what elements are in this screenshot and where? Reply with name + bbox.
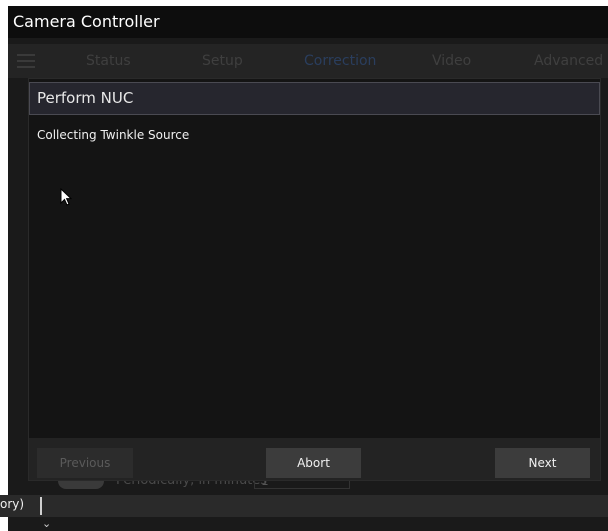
status-divider: [40, 497, 42, 515]
status-bar: ory): [0, 495, 608, 517]
dialog-header: Perform NUC: [29, 82, 600, 115]
dialog-title: Perform NUC: [37, 89, 134, 107]
dialog-footer: Previous Abort Next: [29, 438, 600, 480]
window-title: Camera Controller: [13, 12, 160, 31]
next-button[interactable]: Next: [495, 448, 590, 478]
mouse-cursor-icon: [60, 188, 73, 206]
menu-icon[interactable]: [17, 54, 35, 68]
previous-button[interactable]: Previous: [37, 448, 133, 478]
chevron-down-icon[interactable]: ⌄: [42, 517, 51, 530]
tab-correction[interactable]: Correction: [304, 53, 376, 69]
status-text: ory): [0, 497, 25, 511]
tab-bar: Status Setup Correction Video Advanced: [8, 44, 608, 78]
abort-button[interactable]: Abort: [266, 448, 361, 478]
tab-setup[interactable]: Setup: [202, 53, 243, 69]
dialog-message: Collecting Twinkle Source: [37, 128, 190, 142]
camera-controller-window: Camera Controller Status Setup Correctio…: [8, 6, 608, 531]
tab-advanced[interactable]: Advanced: [534, 53, 603, 69]
perform-nuc-dialog: Perform NUC Collecting Twinkle Source Pr…: [29, 79, 600, 480]
tab-video[interactable]: Video: [432, 53, 471, 69]
title-bar: Camera Controller: [8, 6, 608, 38]
tab-status[interactable]: Status: [86, 53, 131, 69]
